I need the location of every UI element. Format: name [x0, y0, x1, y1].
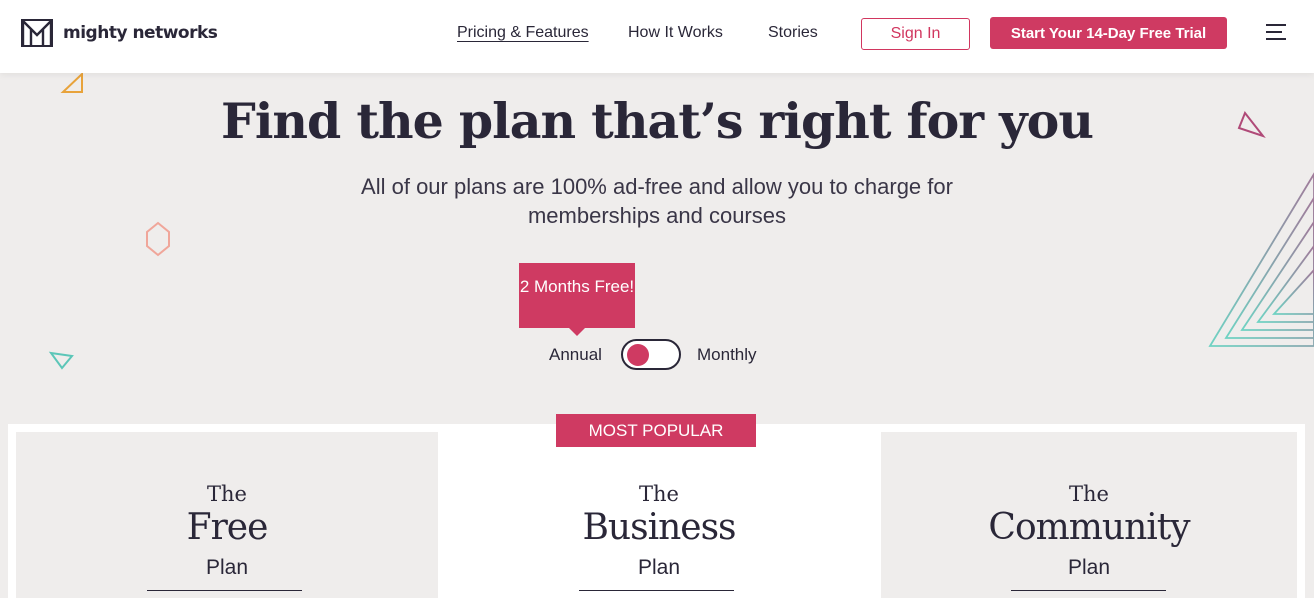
plan-name: Free — [186, 507, 269, 548]
plan-prefix: The — [1069, 482, 1109, 506]
plan-card-community: The Community Plan — [881, 432, 1297, 598]
plan-divider — [1011, 590, 1166, 591]
page-title: Find the plan that’s right for you — [221, 92, 1094, 150]
sign-in-button[interactable]: Sign In — [861, 18, 970, 50]
mighty-networks-logo-icon — [21, 19, 53, 47]
two-months-free-badge: 2 Months Free! — [519, 263, 635, 336]
plan-name: Community — [988, 507, 1190, 548]
plan-card-business: The Business Plan — [438, 432, 880, 598]
plan-prefix: The — [207, 482, 247, 506]
nav-stories[interactable]: Stories — [768, 24, 818, 42]
hexagon-decoration-pink — [146, 221, 170, 257]
monthly-label[interactable]: Monthly — [697, 345, 757, 365]
most-popular-badge: MOST POPULAR — [556, 414, 756, 447]
toggle-knob — [627, 344, 649, 366]
plan-suffix: Plan — [637, 556, 681, 579]
annual-label[interactable]: Annual — [549, 345, 602, 365]
plans-section: The Free Plan The Business Plan The Comm… — [8, 424, 1305, 598]
plan-suffix: Plan — [205, 556, 249, 579]
brand-name: mighty networks — [63, 23, 218, 43]
hamburger-menu-icon[interactable] — [1266, 24, 1286, 42]
nav-pricing-features[interactable]: Pricing & Features — [457, 24, 589, 42]
site-header: mighty networks Pricing & Features How I… — [0, 0, 1314, 73]
brand-logo[interactable]: mighty networks — [21, 19, 218, 47]
plan-suffix: Plan — [1067, 556, 1111, 579]
plan-divider — [579, 590, 734, 591]
plan-name: Business — [582, 507, 736, 548]
plan-prefix: The — [639, 482, 679, 506]
nested-triangles-decoration — [1208, 172, 1314, 347]
triangle-decoration-teal — [48, 351, 74, 370]
billing-period-toggle[interactable] — [621, 339, 681, 370]
page-subtitle: All of our plans are 100% ad-free and al… — [361, 174, 953, 228]
plan-card-free: The Free Plan — [16, 432, 438, 598]
nav-how-it-works[interactable]: How It Works — [628, 24, 723, 42]
plan-divider — [147, 590, 302, 591]
start-trial-button[interactable]: Start Your 14-Day Free Trial — [990, 17, 1227, 49]
